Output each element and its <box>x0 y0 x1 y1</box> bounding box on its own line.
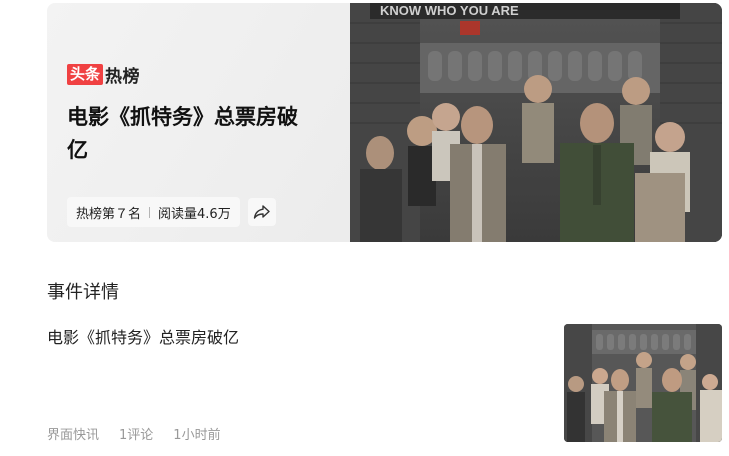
hot-rank: 热榜第７名 <box>76 206 142 222</box>
news-timestamp: 1小时前 <box>173 428 221 443</box>
movie-cast-photo[interactable]: KNOW WHO YOU ARE <box>350 3 722 242</box>
news-thumbnail[interactable] <box>564 324 722 442</box>
section-title: 事件详情 <box>47 282 119 303</box>
stats-divider <box>149 206 151 218</box>
hot-list-card[interactable]: 头条 热榜 电影《抓特务》总票房破亿 热榜第７名 阅读量4.6万 KNOW WH… <box>47 3 722 242</box>
hero-headline[interactable]: 电影《抓特务》总票房破亿 <box>67 101 317 167</box>
cast-photo-illustration: KNOW WHO YOU ARE <box>350 3 722 242</box>
hot-list-stats: 热榜第７名 阅读量4.6万 <box>67 196 276 228</box>
news-item-title[interactable]: 电影《抓特务》总票房破亿 <box>47 324 239 348</box>
stats-pill: 热榜第７名 阅读量4.6万 <box>67 197 240 227</box>
news-comment-count[interactable]: 1评论 <box>119 424 153 443</box>
share-arrow-icon <box>253 205 270 219</box>
toutiao-hot-list-logo: 头条 热榜 <box>67 62 140 87</box>
hot-list-card-info: 头条 热榜 电影《抓特务》总票房破亿 热榜第７名 阅读量4.6万 <box>47 3 350 242</box>
brand-label: 热榜 <box>105 67 141 87</box>
news-item-meta: 界面快讯 1评论 1小时前 <box>47 424 241 443</box>
thumbnail-illustration <box>564 324 722 442</box>
share-button[interactable] <box>247 198 276 226</box>
brand-badge: 头条 <box>67 64 104 85</box>
news-source[interactable]: 界面快讯 <box>47 424 99 443</box>
read-count: 阅读量4.6万 <box>158 206 231 222</box>
